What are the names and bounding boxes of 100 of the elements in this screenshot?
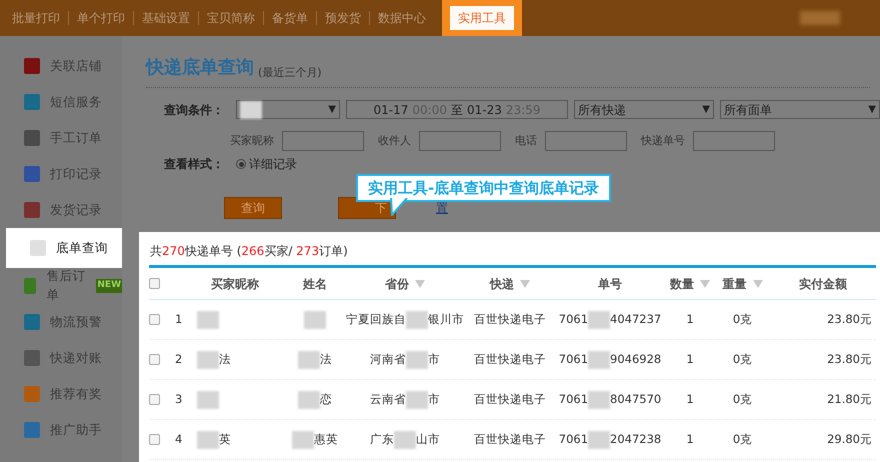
caret-icon: ▼	[868, 102, 876, 117]
nav-tab[interactable]: 宝贝简称	[199, 9, 263, 27]
cell-text: 广东	[370, 430, 394, 448]
input-field[interactable]	[419, 131, 501, 151]
row-checkbox[interactable]	[149, 394, 160, 405]
menu-icon	[30, 240, 46, 256]
reset-link[interactable]: 置	[436, 199, 448, 217]
cell-text: 百世快递电子	[473, 390, 547, 408]
cell-text: 9046928	[610, 350, 662, 368]
blur-mask	[588, 390, 610, 408]
sidebar-item[interactable]: 推广助手	[0, 412, 122, 448]
column-header[interactable]: 重量	[722, 274, 762, 292]
menu-icon	[24, 202, 40, 218]
sidebar-item[interactable]: 短信服务	[0, 84, 122, 120]
nav-tab[interactable]: 预发货	[317, 9, 369, 27]
sidebar-item[interactable]: 关联店铺	[0, 48, 122, 84]
menu-icon	[24, 314, 40, 330]
cell-text: 市	[428, 390, 440, 408]
menu-icon	[24, 350, 40, 366]
sort-icon	[700, 280, 710, 288]
column-header: 实付金额	[799, 276, 847, 292]
nav-tab[interactable]: 实用工具	[442, 0, 522, 36]
cell-text: 29.80元	[826, 430, 873, 448]
sidebar-item[interactable]: 推荐有奖	[0, 376, 122, 412]
cell-text: 0克	[732, 430, 754, 448]
input-field[interactable]	[545, 131, 627, 151]
new-badge: NEW	[96, 279, 122, 293]
input-field[interactable]	[282, 131, 364, 151]
cell-text: 惠英	[314, 430, 338, 448]
cell-text: 河南省	[370, 350, 406, 368]
cell-text: 23.80元	[826, 350, 873, 368]
sidebar-item[interactable]: 快递对账	[0, 340, 122, 376]
cell-text: 法	[320, 350, 332, 368]
radio-button[interactable]	[236, 159, 246, 169]
row-number: 4	[175, 430, 184, 448]
row-checkbox[interactable]	[149, 314, 160, 325]
radio-label: 详细记录	[249, 156, 297, 173]
header-checkbox[interactable]	[149, 278, 160, 289]
column-header[interactable]: 省份	[385, 274, 425, 292]
blur-mask	[800, 11, 840, 25]
sidebar-item[interactable]: 打印记录	[0, 156, 122, 192]
blur-mask	[197, 310, 219, 328]
nav-tab[interactable]: 批量打印	[4, 9, 68, 27]
summary-text: 共270快递单号 (266买家/ 273订单)	[149, 242, 876, 268]
row-number: 2	[175, 350, 184, 368]
menu-icon	[24, 166, 40, 182]
waybill-select[interactable]: 所有面单 ▼	[720, 100, 880, 119]
column-header: 单号	[598, 276, 622, 292]
caret-icon: ▼	[328, 102, 336, 117]
menu-icon	[24, 422, 40, 438]
blur-mask	[197, 390, 219, 408]
cell-text: 7061	[558, 430, 588, 448]
menu-icon	[24, 386, 40, 402]
sort-icon	[520, 280, 530, 288]
cell-text: 法	[219, 350, 231, 368]
row-checkbox[interactable]	[149, 434, 160, 445]
nav-tab[interactable]: 单个打印	[69, 9, 133, 27]
blur-mask	[304, 310, 326, 328]
shop-select[interactable]: ▼	[236, 100, 340, 119]
row-checkbox[interactable]	[149, 354, 160, 365]
cell-text: 云南省	[370, 390, 406, 408]
nav-tab[interactable]: 备货单	[264, 9, 316, 27]
row-number: 1	[175, 310, 184, 328]
field-label: 快递单号	[641, 132, 685, 149]
cell-text: 百世快递电子	[473, 430, 547, 448]
cell-text: 1	[685, 390, 695, 408]
view-label: 查看样式：	[163, 156, 225, 173]
cell-text: 百世快递电子	[473, 310, 547, 328]
nav-tab[interactable]: 基础设置	[134, 9, 198, 27]
cell-text: 0克	[732, 390, 754, 408]
blur-mask	[197, 430, 219, 448]
sidebar-item[interactable]: 底单查询	[6, 228, 122, 268]
cell-text: 0克	[732, 350, 754, 368]
sidebar-item[interactable]: 发货记录	[0, 192, 122, 228]
nav-tab[interactable]: 数据中心	[370, 9, 434, 27]
blur-mask	[588, 310, 610, 328]
blur-mask	[588, 430, 610, 448]
blur-mask	[298, 390, 320, 408]
sidebar-item[interactable]: 物流预警	[0, 304, 122, 340]
express-select[interactable]: 所有快递 ▼	[574, 100, 714, 119]
row-number: 3	[175, 390, 184, 408]
cell-text: 0克	[732, 310, 754, 328]
column-header: 买家昵称	[211, 276, 259, 292]
blur-mask	[406, 390, 428, 408]
column-header[interactable]: 快递	[490, 274, 530, 292]
cell-text: 7061	[558, 390, 588, 408]
cell-text: 8047570	[610, 390, 662, 408]
sidebar-item[interactable]: 售后订单 NEW	[0, 268, 122, 304]
column-header[interactable]: 数量	[670, 274, 710, 292]
page-title: 快递底单查询	[146, 56, 254, 80]
cell-text: 1	[685, 430, 695, 448]
caret-icon: ▼	[702, 102, 710, 117]
input-field[interactable]	[693, 131, 775, 151]
blur-mask	[588, 350, 610, 368]
search-button[interactable]: 查询	[224, 197, 282, 219]
field-label: 买家昵称	[230, 132, 274, 149]
sidebar-item[interactable]: 手工订单	[0, 120, 122, 156]
page-subtitle: (最近三个月)	[258, 64, 322, 80]
cell-text: 英	[219, 430, 231, 448]
cell-text: 7061	[558, 350, 588, 368]
